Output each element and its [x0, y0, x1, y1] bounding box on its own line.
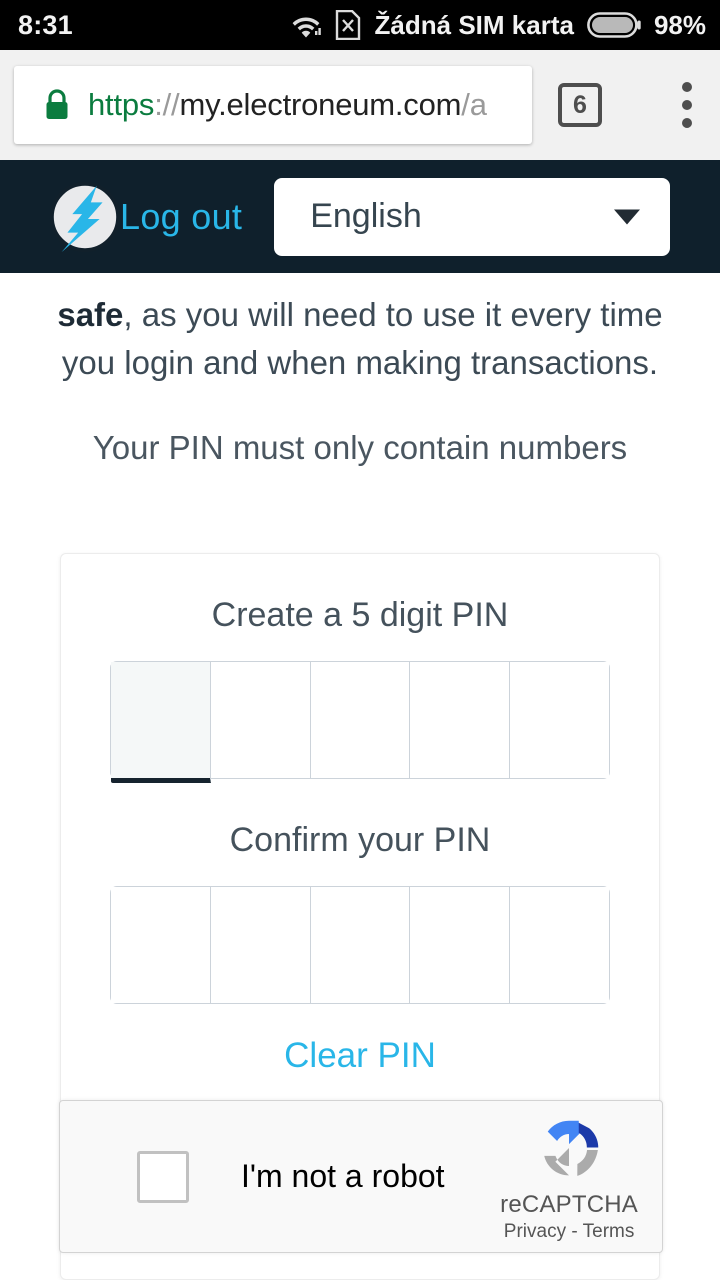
url-path: /a: [461, 87, 487, 122]
logout-link[interactable]: Log out: [120, 196, 242, 238]
sim-status-text: Žádná SIM karta: [374, 9, 574, 40]
url-text: https://my.electroneum.com/a: [88, 87, 487, 123]
recaptcha-label: I'm not a robot: [241, 1158, 445, 1194]
status-bar-clock: 8:31: [18, 9, 73, 40]
intro-rest: , as you will need to use it every time …: [61, 296, 663, 381]
recaptcha-checkbox[interactable]: [137, 1150, 189, 1203]
address-bar[interactable]: https://my.electroneum.com/a: [14, 66, 532, 144]
battery-icon: [587, 12, 641, 38]
chevron-down-icon: [614, 209, 641, 224]
page-content: safe, as you will need to use it every t…: [0, 273, 720, 1280]
intro-bold-word: safe: [57, 296, 124, 333]
create-pin-input-row[interactable]: [110, 661, 610, 783]
url-separator: ://: [154, 87, 180, 122]
confirm-digit-input[interactable]: [210, 887, 311, 1003]
pin-digit-input[interactable]: [210, 662, 311, 778]
pin-digit-input[interactable]: [510, 662, 609, 778]
intro-paragraph: safe, as you will need to use it every t…: [0, 273, 720, 387]
kebab-menu-icon[interactable]: [682, 82, 692, 128]
kebab-dot: [682, 100, 692, 110]
site-header: Log out English: [0, 160, 720, 273]
recaptcha-widget[interactable]: I'm not a robot reCAPTCHA Privacy - Term…: [59, 1100, 663, 1253]
confirm-digit-input[interactable]: [410, 887, 511, 1003]
pin-digit-input[interactable]: [111, 662, 211, 783]
battery-percent: 98%: [653, 9, 706, 40]
confirm-pin-label: Confirm your PIN: [229, 821, 491, 859]
recaptcha-privacy-terms[interactable]: Privacy - Terms: [504, 1221, 635, 1243]
kebab-dot: [682, 82, 692, 92]
wifi-icon: [292, 17, 321, 38]
url-host: my.electroneum.com: [179, 87, 462, 122]
tab-counter-button[interactable]: 6: [558, 83, 602, 127]
confirm-pin-input-row[interactable]: [110, 886, 610, 1004]
pin-digit-input[interactable]: [410, 662, 511, 778]
confirm-digit-input[interactable]: [310, 887, 411, 1003]
browser-toolbar: https://my.electroneum.com/a 6: [0, 50, 720, 160]
no-sim-icon: [335, 10, 360, 40]
confirm-digit-input[interactable]: [510, 887, 609, 1003]
language-select-value: English: [310, 197, 422, 235]
status-bar: 8:31 Žádná SIM karta 98%: [0, 0, 720, 50]
kebab-dot: [682, 118, 692, 128]
confirm-digit-input[interactable]: [111, 887, 211, 1003]
brand-logout-group[interactable]: Log out: [46, 178, 242, 256]
lock-icon: [46, 89, 68, 119]
clear-pin-link[interactable]: Clear PIN: [61, 1036, 659, 1076]
recaptcha-logo-icon: [544, 1120, 599, 1176]
recaptcha-brand-name: reCAPTCHA: [500, 1190, 638, 1218]
pin-card: Create a 5 digit PIN Confirm your PIN Cl…: [59, 553, 663, 1280]
pin-digit-input[interactable]: [310, 662, 411, 778]
language-select[interactable]: English: [274, 177, 671, 256]
status-bar-indicators: Žádná SIM karta 98%: [291, 10, 706, 41]
electroneum-logo-icon: [49, 181, 121, 252]
recaptcha-branding: reCAPTCHA Privacy - Terms: [500, 1111, 638, 1243]
pin-note: Your PIN must only contain numbers: [92, 429, 628, 466]
url-scheme: https: [88, 87, 155, 122]
create-pin-label: Create a 5 digit PIN: [211, 596, 509, 634]
